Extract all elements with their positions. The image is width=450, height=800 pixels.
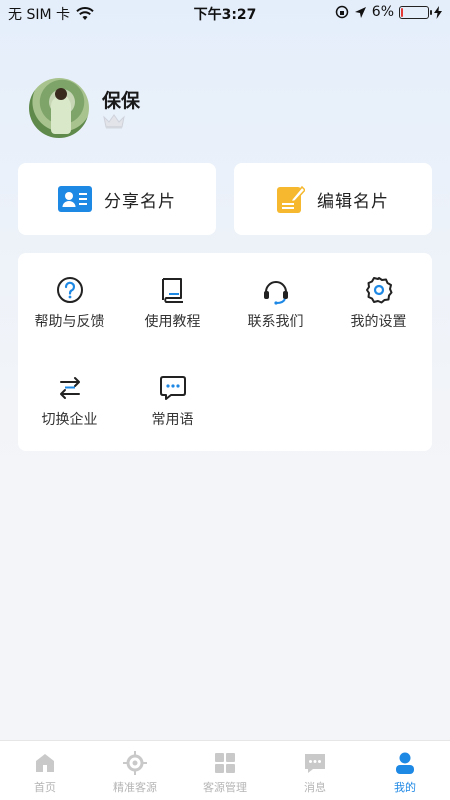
menu-item-label: 常用语 <box>151 412 194 428</box>
edit-note-icon <box>277 185 305 213</box>
tab-label: 我的 <box>394 781 416 794</box>
edit-card-button[interactable]: 编辑名片 <box>234 163 432 235</box>
charging-icon <box>434 5 442 19</box>
share-card-label: 分享名片 <box>104 191 176 212</box>
tab-messages[interactable]: 消息 <box>270 741 360 800</box>
orientation-lock-icon <box>335 5 349 19</box>
share-card-button[interactable]: 分享名片 <box>18 163 216 235</box>
menu-grid: 帮助与反馈 使用教程 联系我们 我的设置 切换企业 常用语 <box>18 253 432 451</box>
tab-label: 首页 <box>34 781 56 794</box>
menu-item-label: 使用教程 <box>144 314 201 330</box>
menu-item-label: 我的设置 <box>350 314 407 330</box>
menu-item-contact-us[interactable]: 联系我们 <box>224 275 327 331</box>
avatar-figure <box>51 96 71 134</box>
book-icon <box>161 278 183 303</box>
avatar[interactable] <box>29 78 89 138</box>
tab-label: 消息 <box>304 781 326 794</box>
avatar-head <box>55 88 67 100</box>
gear-icon <box>365 277 392 304</box>
target-icon <box>123 751 147 775</box>
id-card-icon <box>58 186 92 212</box>
menu-item-label: 联系我们 <box>247 314 304 330</box>
chat-bubble-icon <box>159 376 186 400</box>
menu-item-label: 切换企业 <box>41 412 98 428</box>
location-icon <box>354 6 366 18</box>
help-circle-icon <box>56 277 83 303</box>
menu-item-common-phrases[interactable]: 常用语 <box>121 373 224 429</box>
status-bar: 无 SIM 卡 下午3:27 6% <box>0 0 450 26</box>
battery-percent: 6% <box>371 4 394 20</box>
user-icon <box>396 752 414 774</box>
menu-item-tutorial[interactable]: 使用教程 <box>121 275 224 331</box>
menu-item-label: 帮助与反馈 <box>34 314 105 330</box>
switch-icon <box>59 377 80 399</box>
tab-mine[interactable]: 我的 <box>360 741 450 800</box>
message-icon <box>305 754 325 773</box>
grid-icon <box>215 753 235 773</box>
username: 保保 <box>102 90 141 112</box>
home-icon <box>36 754 54 772</box>
status-right: 6% <box>335 4 442 20</box>
menu-item-settings[interactable]: 我的设置 <box>327 275 430 331</box>
tab-precise-leads[interactable]: 精准客源 <box>90 741 180 800</box>
edit-card-label: 编辑名片 <box>317 191 389 212</box>
battery-fill <box>401 7 403 17</box>
tab-label: 精准客源 <box>113 781 157 794</box>
headset-icon <box>263 281 288 305</box>
battery-icon <box>399 5 432 19</box>
crown-icon <box>103 114 125 129</box>
tab-home[interactable]: 首页 <box>0 741 90 800</box>
tab-lead-management[interactable]: 客源管理 <box>180 741 270 800</box>
menu-item-help-feedback[interactable]: 帮助与反馈 <box>18 275 121 331</box>
tab-label: 客源管理 <box>203 781 247 794</box>
menu-item-switch-enterprise[interactable]: 切换企业 <box>18 373 121 429</box>
tab-bar: 首页 精准客源 客源管理 消息 我的 <box>0 740 450 800</box>
